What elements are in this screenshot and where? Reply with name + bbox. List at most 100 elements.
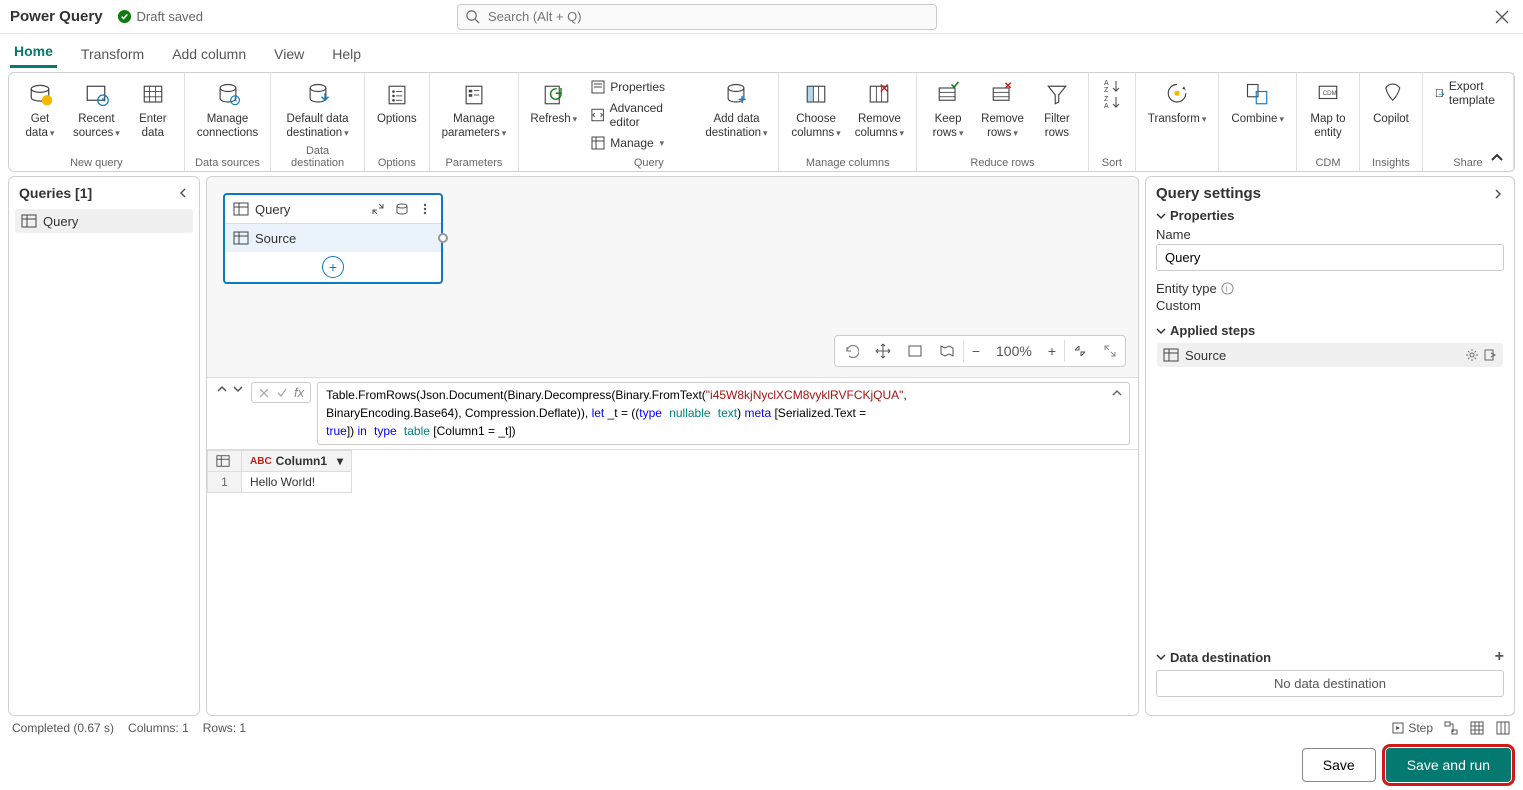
formula-text[interactable]: Table.FromRows(Json.Document(Binary.Deco…: [317, 382, 1130, 445]
default-destination-button[interactable]: Default data destination: [282, 77, 352, 143]
gear-icon: [1465, 348, 1479, 362]
tab-add-column[interactable]: Add column: [168, 40, 250, 68]
chevron-down-icon: [1156, 326, 1166, 336]
column-header[interactable]: ABCColumn1▾: [242, 451, 352, 472]
schema-view-button[interactable]: [1495, 720, 1511, 736]
add-step-button[interactable]: +: [322, 256, 344, 278]
query-step[interactable]: Source: [225, 224, 441, 252]
zoom-in-button[interactable]: +: [1040, 343, 1064, 359]
prev-step-button[interactable]: [215, 382, 229, 396]
filter-rows-button[interactable]: Filter rows: [1034, 77, 1080, 143]
card-actions-button[interactable]: [393, 202, 411, 216]
more-vertical-icon: [419, 202, 431, 216]
add-destination-button[interactable]: +: [1495, 648, 1504, 666]
remove-rows-button[interactable]: Remove rows: [977, 77, 1028, 143]
svg-text:i: i: [1225, 283, 1227, 293]
manage-connections-button[interactable]: Manage connections: [193, 77, 262, 143]
no-destination-label: No data destination: [1156, 670, 1504, 697]
select-all-cell[interactable]: [208, 451, 242, 472]
combine-button[interactable]: Combine: [1227, 77, 1288, 129]
queries-panel: Queries [1] Query: [8, 176, 200, 716]
app-title: Power Query: [10, 8, 103, 25]
query-name-input[interactable]: [1156, 244, 1504, 271]
applied-step-item[interactable]: Source: [1157, 343, 1503, 367]
enter-data-button[interactable]: Enter data: [130, 77, 176, 143]
connector-dot[interactable]: [438, 233, 448, 243]
properties-button[interactable]: Properties: [586, 77, 696, 97]
chevron-down-icon: [1156, 652, 1166, 662]
destination-section-title[interactable]: Data destination: [1156, 650, 1271, 665]
status-rows: Rows: 1: [203, 721, 246, 735]
ribbon: Get data Recent sources Enter data New q…: [8, 72, 1515, 172]
check-icon: [276, 387, 288, 399]
expand-card-button[interactable]: [369, 202, 387, 216]
remove-columns-button[interactable]: Remove columns: [851, 77, 908, 143]
group-label: New query: [70, 155, 123, 169]
close-button[interactable]: [1491, 6, 1513, 28]
query-item[interactable]: Query: [15, 209, 193, 233]
group-label: Manage columns: [806, 155, 890, 169]
add-data-destination-button[interactable]: Add data destination: [703, 77, 771, 143]
check-circle-icon: [117, 9, 132, 24]
manage-button[interactable]: Manage: [586, 133, 696, 153]
fullscreen-button[interactable]: [1095, 344, 1125, 358]
card-menu-button[interactable]: [417, 202, 433, 216]
save-button[interactable]: Save: [1302, 748, 1376, 782]
expand-formula-button[interactable]: [1111, 387, 1123, 399]
options-button[interactable]: Options: [373, 77, 421, 129]
table-view-button[interactable]: [1469, 720, 1485, 736]
save-and-run-button[interactable]: Save and run: [1386, 748, 1511, 782]
step-settings-button[interactable]: [1465, 348, 1479, 362]
get-data-button[interactable]: Get data: [17, 77, 63, 143]
collapse-ribbon-button[interactable]: [1490, 151, 1504, 165]
step-destination-button[interactable]: [1483, 348, 1497, 362]
query-card-title: Query: [255, 202, 290, 217]
transform-button[interactable]: Transform: [1144, 77, 1211, 129]
move-icon: [875, 343, 891, 359]
sort-desc-button[interactable]: ZA: [1102, 95, 1122, 109]
diagram-view-button[interactable]: [1443, 720, 1459, 736]
cancel-formula-button[interactable]: [258, 387, 270, 399]
recent-sources-button[interactable]: Recent sources: [69, 77, 124, 143]
minimap-button[interactable]: [931, 343, 963, 359]
tab-help[interactable]: Help: [328, 40, 365, 68]
manage-parameters-button[interactable]: Manage parameters: [438, 77, 511, 143]
collapse-diagram-button[interactable]: [1065, 344, 1095, 358]
table-icon: [233, 230, 249, 246]
sort-asc-button[interactable]: AZ: [1102, 79, 1122, 93]
data-cell[interactable]: Hello World!: [242, 472, 352, 493]
refresh-button[interactable]: Refresh: [527, 77, 580, 129]
keep-rows-button[interactable]: Keep rows: [925, 77, 971, 143]
properties-section-title[interactable]: Properties: [1156, 208, 1504, 223]
settings-title: Query settings: [1156, 185, 1261, 202]
accept-formula-button[interactable]: [276, 387, 288, 399]
fit-button[interactable]: [899, 343, 931, 359]
undo-button[interactable]: [835, 343, 867, 359]
chevron-up-icon: [1490, 151, 1504, 165]
group-label: Parameters: [446, 155, 503, 169]
applied-steps-title[interactable]: Applied steps: [1156, 323, 1504, 338]
query-card[interactable]: Query Source +: [223, 193, 443, 284]
data-preview[interactable]: ABCColumn1▾ 1 Hello World!: [207, 449, 1138, 715]
row-number[interactable]: 1: [208, 472, 242, 493]
choose-columns-button[interactable]: Choose columns: [787, 77, 844, 143]
map-to-entity-button[interactable]: CDMMap to entity: [1305, 77, 1351, 143]
collapse-settings-button[interactable]: [1492, 188, 1504, 200]
export-template-button[interactable]: Export template: [1431, 77, 1505, 109]
tab-transform[interactable]: Transform: [77, 40, 148, 68]
tab-view[interactable]: View: [270, 40, 308, 68]
collapse-queries-button[interactable]: [177, 187, 189, 199]
pan-button[interactable]: [867, 343, 899, 359]
step-view-button[interactable]: Step: [1391, 721, 1433, 735]
advanced-editor-button[interactable]: Advanced editor: [586, 99, 696, 131]
search-input[interactable]: [457, 4, 937, 30]
next-step-button[interactable]: [231, 382, 245, 396]
group-label: Insights: [1372, 155, 1410, 169]
tab-home[interactable]: Home: [10, 37, 57, 68]
search-box[interactable]: [457, 4, 937, 30]
zoom-out-button[interactable]: −: [964, 343, 988, 359]
diagram-view[interactable]: Query Source + −: [207, 177, 1138, 377]
copilot-button[interactable]: Copilot: [1368, 77, 1414, 129]
svg-text:A: A: [1104, 103, 1109, 109]
svg-text:CDM: CDM: [1323, 90, 1337, 97]
